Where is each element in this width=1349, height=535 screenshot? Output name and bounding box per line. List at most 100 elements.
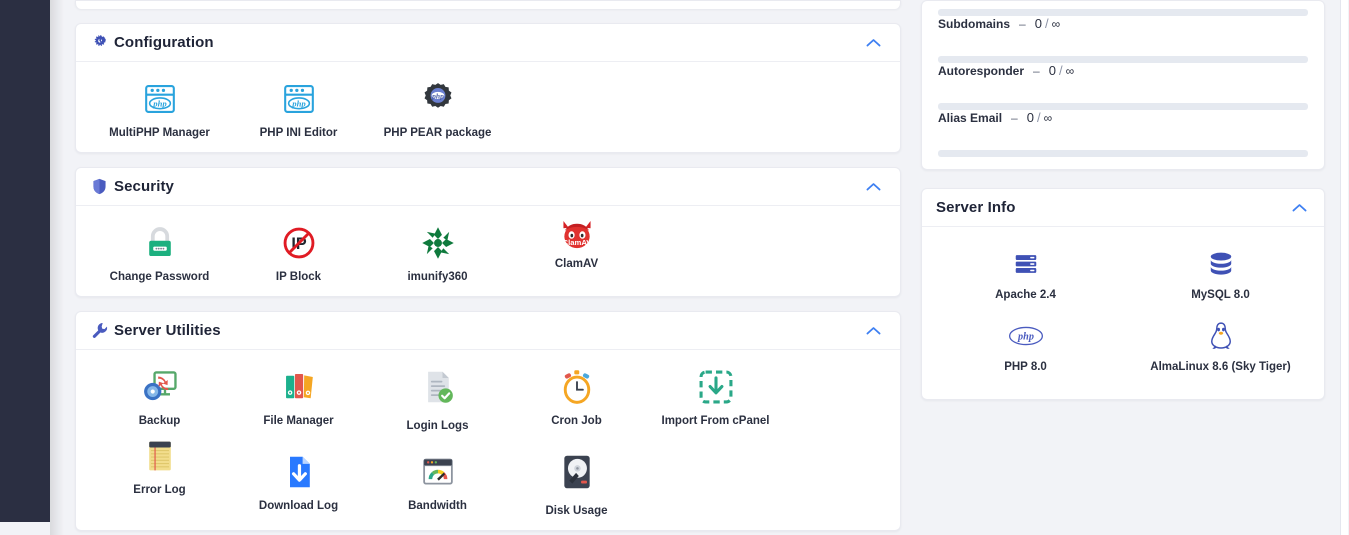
stat-label: Autoresponder: [938, 64, 1025, 78]
main-column: Configuration php MultiPHP Manager php P…: [75, 0, 901, 535]
server-info-label: PHP 8.0: [1004, 361, 1047, 373]
section-body-security: Change Password IP IP Block: [76, 206, 900, 296]
tile-ip-block[interactable]: IP IP Block: [229, 220, 368, 284]
stat-limit: ∞: [1043, 111, 1053, 125]
tile-grid: Change Password IP IP Block: [90, 220, 886, 284]
stat-subdomains: Subdomains – 0/∞: [938, 16, 1308, 56]
section-header-configuration[interactable]: Configuration: [76, 24, 900, 62]
tile-download-log[interactable]: Download Log: [229, 449, 368, 518]
php-window-icon: php: [141, 78, 179, 120]
usage-bar: [938, 9, 1308, 16]
tile-php-ini-editor[interactable]: php PHP INI Editor: [229, 76, 368, 140]
server-info-header[interactable]: Server Info: [922, 189, 1324, 227]
stat-slash: /: [1044, 16, 1049, 31]
stat-dash: –: [1019, 17, 1026, 31]
tile-label: Change Password: [109, 271, 210, 283]
shield-icon: [92, 178, 114, 195]
server-info-apache[interactable]: Apache 2.4: [928, 239, 1123, 311]
tile-php-pear-package[interactable]: php PHP PEAR package: [368, 76, 507, 140]
section-card-server-utilities: Server Utilities Backup File Manager Log…: [75, 311, 901, 531]
previous-card-bottom: [75, 0, 901, 9]
backup-icon: [140, 366, 180, 408]
section-card-security: Security Change Password IP Block imunif…: [75, 167, 901, 297]
stat-used: 0: [1026, 110, 1034, 125]
stat-used: 0: [1034, 16, 1042, 31]
scrollbar-thumb[interactable]: [1340, 0, 1348, 535]
padlock-icon: [142, 222, 178, 264]
section-header-security[interactable]: Security: [76, 168, 900, 206]
stat-alias-email: Alias Email – 0/∞: [938, 110, 1308, 150]
section-header-server-utilities[interactable]: Server Utilities: [76, 312, 900, 350]
stats-list: Subdomains – 0/∞ Autoresponder – 0/∞ Ali…: [922, 1, 1324, 157]
php-icon: php: [1008, 320, 1044, 352]
rail-shadow: [50, 0, 64, 535]
file-manager-icon: [280, 366, 318, 408]
account-stats-card: Subdomains – 0/∞ Autoresponder – 0/∞ Ali…: [921, 0, 1325, 170]
tile-disk-usage[interactable]: Disk Usage: [507, 449, 646, 518]
tile-grid: Backup File Manager Login Logs Cron Job …: [90, 364, 886, 518]
stat-dash: –: [1011, 111, 1018, 125]
svg-text:php: php: [1017, 332, 1034, 343]
login-logs-icon: [420, 366, 456, 408]
tile-bandwidth[interactable]: Bandwidth: [368, 449, 507, 518]
tile-label: Cron Job: [551, 415, 602, 427]
stat-autoresponder: Autoresponder – 0/∞: [938, 63, 1308, 103]
cron-job-icon: [558, 366, 596, 408]
tile-label: imunify360: [407, 271, 468, 283]
server-info-mysql[interactable]: MySQL 8.0: [1123, 239, 1318, 311]
stat-label: Subdomains: [938, 17, 1011, 31]
server-info-os[interactable]: AlmaLinux 8.6 (Sky Tiger): [1123, 311, 1318, 383]
tile-login-logs[interactable]: Login Logs: [368, 364, 507, 433]
gears-icon: [92, 34, 114, 51]
page-scrollbar[interactable]: [1339, 0, 1349, 535]
section-title: Configuration: [114, 34, 214, 51]
stat-slash: /: [1058, 63, 1063, 78]
server-info-label: Apache 2.4: [995, 289, 1056, 301]
tile-change-password[interactable]: Change Password: [90, 220, 229, 284]
stat-dash: –: [1033, 64, 1040, 78]
stat-value: 0/∞: [1035, 16, 1060, 31]
stat-value: 0/∞: [1049, 63, 1074, 78]
usage-bar: [938, 150, 1308, 157]
tile-label: Error Log: [133, 484, 186, 496]
stat-value: 0/∞: [1027, 110, 1052, 125]
stat-label: Alias Email: [938, 111, 1003, 125]
stat-limit: ∞: [1065, 64, 1075, 78]
usage-bar: [938, 103, 1308, 110]
tile-label: IP Block: [275, 271, 322, 283]
tile-file-manager[interactable]: File Manager: [229, 364, 368, 433]
database-icon: [1208, 248, 1234, 280]
chevron-up-icon[interactable]: [1288, 197, 1310, 219]
php-window-icon: php: [280, 78, 318, 120]
server-info-label: AlmaLinux 8.6 (Sky Tiger): [1150, 361, 1291, 373]
server-info-title: Server Info: [936, 199, 1016, 216]
tile-clamav[interactable]: ClamAV ClamAV: [507, 220, 646, 284]
tile-import-from-cpanel[interactable]: Import From cPanel: [646, 364, 785, 433]
tile-label: Download Log: [258, 500, 339, 512]
tile-label: PHP INI Editor: [259, 127, 338, 139]
tile-label: Bandwidth: [408, 500, 467, 512]
server-info-card: Server Info Apache 2.4 MySQL 8.0 php PHP…: [921, 188, 1325, 400]
tile-error-log[interactable]: Error Log: [90, 433, 229, 518]
section-card-configuration: Configuration php MultiPHP Manager php P…: [75, 23, 901, 153]
tile-label: Login Logs: [406, 420, 469, 432]
tile-imunify360[interactable]: imunify360: [368, 220, 507, 284]
tile-label: Disk Usage: [545, 505, 608, 517]
php-gear-icon: php: [419, 78, 457, 120]
svg-text:php: php: [431, 91, 444, 100]
left-nav-rail: [0, 0, 50, 522]
tile-label: File Manager: [263, 415, 334, 427]
chevron-up-icon[interactable]: [862, 176, 884, 198]
server-info-php[interactable]: php PHP 8.0: [928, 311, 1123, 383]
download-log-icon: [281, 451, 317, 493]
disk-usage-icon: [561, 451, 593, 493]
tile-label: MultiPHP Manager: [109, 127, 210, 139]
clamav-icon: ClamAV: [557, 214, 597, 256]
tile-multiphp-manager[interactable]: php MultiPHP Manager: [90, 76, 229, 140]
chevron-up-icon[interactable]: [862, 32, 884, 54]
tile-label: ClamAV: [554, 258, 599, 270]
tile-backup[interactable]: Backup: [90, 364, 229, 433]
tile-cron-job[interactable]: Cron Job: [507, 364, 646, 433]
chevron-up-icon[interactable]: [862, 320, 884, 342]
svg-text:php: php: [291, 98, 306, 108]
